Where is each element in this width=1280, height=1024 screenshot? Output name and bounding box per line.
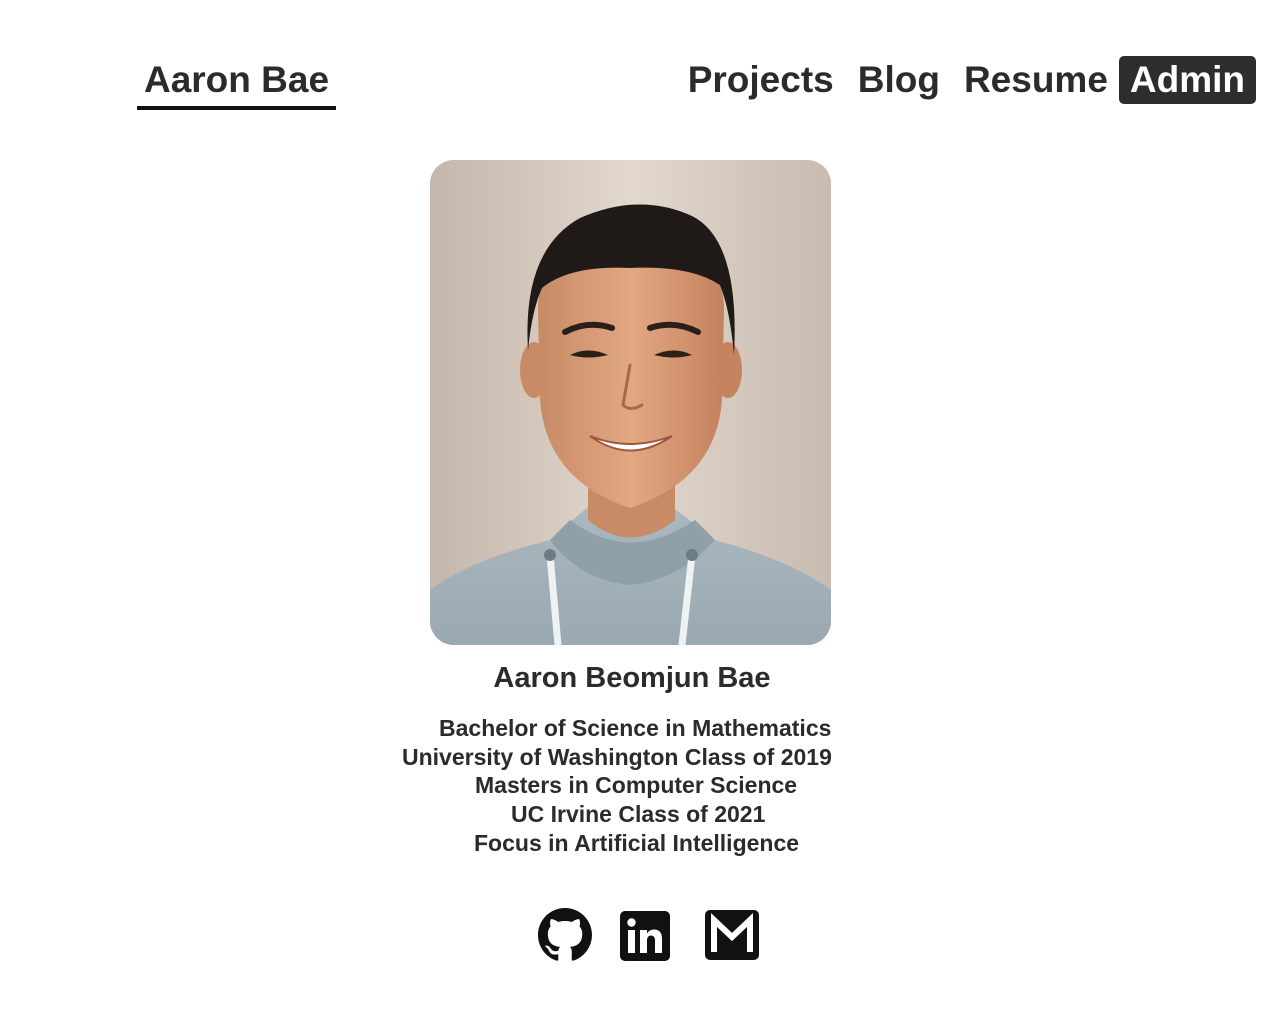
profile-name: Aaron Beomjun Bae	[493, 662, 771, 694]
bio-school-1: University of Washington Class of 2019	[402, 744, 832, 770]
social-links	[0, 908, 1280, 962]
nav-projects[interactable]: Projects	[676, 56, 846, 104]
linkedin-icon[interactable]	[620, 911, 670, 961]
nav-blog[interactable]: Blog	[846, 56, 952, 104]
bio-degree-2: Masters in Computer Science	[475, 772, 798, 798]
brand-link[interactable]: Aaron Bae	[137, 56, 336, 110]
page: Aaron Bae Projects Blog Resume Admin Aar…	[0, 0, 1280, 1024]
profile-photo	[430, 160, 831, 645]
main-nav: Projects Blog Resume Admin	[676, 56, 1256, 104]
bio-degree-1: Bachelor of Science in Mathematics	[439, 715, 832, 741]
nav-resume[interactable]: Resume	[952, 56, 1120, 104]
bio-focus: Focus in Artificial Intelligence	[474, 830, 800, 856]
bio-school-2: UC Irvine Class of 2021	[511, 801, 766, 827]
github-icon[interactable]	[538, 908, 592, 962]
gmail-icon[interactable]	[705, 910, 759, 960]
nav-admin[interactable]: Admin	[1118, 56, 1256, 104]
